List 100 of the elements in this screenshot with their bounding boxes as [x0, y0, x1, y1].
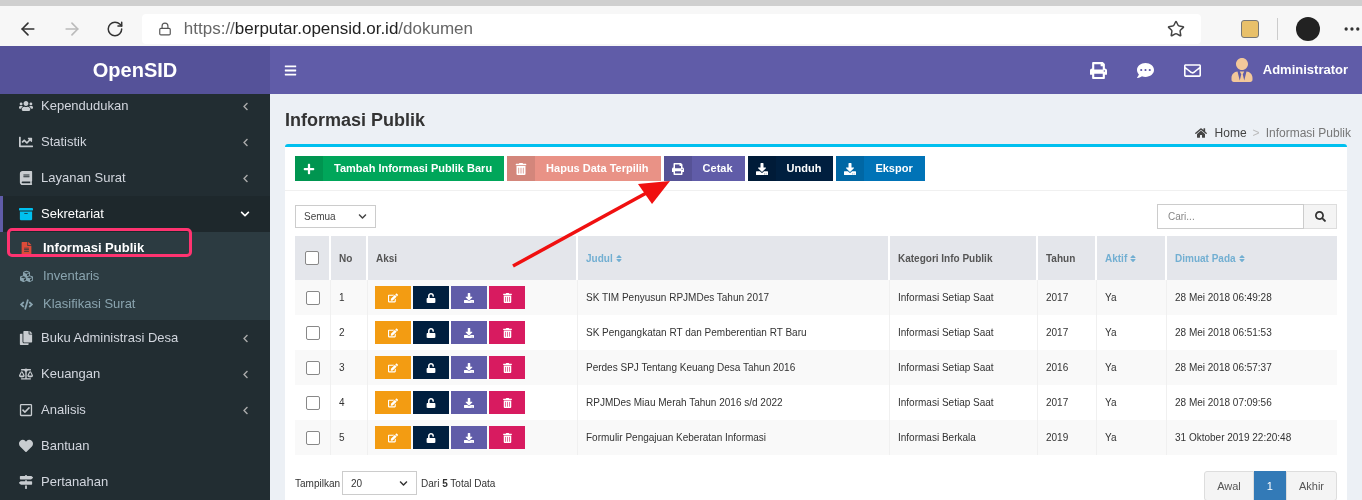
edit-icon [388, 292, 398, 303]
download-button[interactable] [451, 426, 487, 449]
download-icon [844, 162, 857, 175]
profile-avatar[interactable] [1296, 17, 1321, 41]
sort-icon [1129, 253, 1138, 263]
sidebar-item[interactable]: Bantuan [0, 428, 270, 464]
address-bar[interactable]: https://berputar.opensid.or.id/dokumen [141, 14, 1202, 44]
download-button[interactable] [451, 286, 487, 309]
delete-button[interactable] [489, 391, 525, 414]
checkbox[interactable] [305, 430, 320, 445]
delete-button[interactable] [489, 356, 525, 379]
trash-icon [502, 432, 512, 443]
breadcrumb-link[interactable]: Home [1214, 124, 1247, 142]
table-cell-text: RPJMDes Miau Merah Tahun 2016 s/d 2022 [586, 396, 783, 410]
table-cell-text: Ya [1105, 431, 1117, 445]
lock-button[interactable] [413, 426, 449, 449]
submenu-item[interactable]: Inventaris [0, 262, 270, 290]
show-label: Tampilkan [295, 476, 341, 491]
sidebar-item[interactable]: Buku Administrasi Desa [0, 320, 270, 356]
sidebar-item[interactable]: Pertanahan [0, 464, 270, 500]
chart-icon [19, 135, 33, 149]
download-icon [464, 397, 474, 408]
unlock-icon [426, 292, 436, 303]
lock-button[interactable] [413, 286, 449, 309]
toolbar-button[interactable]: Unduh [747, 156, 834, 181]
lock-button[interactable] [413, 321, 449, 344]
reload-icon[interactable] [105, 20, 124, 38]
sort-icon [1237, 253, 1246, 263]
sidebar-item[interactable]: Kependudukan [0, 94, 270, 124]
menu-icon[interactable] [284, 63, 297, 77]
documents-icon [19, 331, 33, 345]
user-name[interactable]: Administrator [1262, 60, 1348, 80]
download-icon [464, 327, 474, 338]
edit-icon [388, 432, 398, 443]
extension-icon[interactable] [1241, 20, 1260, 38]
table-cell-text: SK TIM Penyusun RPJMDes Tahun 2017 [586, 291, 770, 305]
table-cell-text: 28 Mei 2018 06:57:37 [1175, 361, 1272, 375]
search-field[interactable]: Cari... [1157, 204, 1304, 229]
favorite-icon[interactable] [1167, 20, 1186, 38]
chat-icon[interactable] [1136, 61, 1154, 79]
printer-icon[interactable] [1089, 61, 1107, 79]
brand-logo[interactable]: OpenSID [92, 55, 178, 85]
printer-icon [671, 162, 684, 175]
page-title: Informasi Publik [285, 109, 426, 132]
search-icon [1314, 211, 1326, 222]
archive-icon [19, 207, 33, 221]
download-icon [464, 292, 474, 303]
unlock-icon [426, 432, 436, 443]
sidebar-item[interactable]: Statistik [0, 124, 270, 160]
toolbar-button[interactable]: Ekspor [836, 156, 925, 181]
pagination-button[interactable]: Awal [1204, 471, 1254, 500]
table-cell-text: 2017 [1046, 326, 1069, 340]
download-button[interactable] [451, 356, 487, 379]
checkbox[interactable] [305, 395, 320, 410]
lock-button[interactable] [413, 391, 449, 414]
checkbox[interactable] [305, 325, 320, 340]
cubes-icon [20, 269, 33, 283]
search-button[interactable] [1304, 204, 1337, 229]
user-avatar[interactable] [1230, 58, 1253, 82]
unlock-icon [426, 327, 436, 338]
table-cell-text: 4 [339, 396, 345, 410]
table-cell-text: 2017 [1046, 291, 1069, 305]
pagination-button[interactable]: Akhir [1285, 471, 1337, 500]
sidebar-item[interactable]: Sekretariat [0, 196, 270, 232]
sidebar-item[interactable]: Keuangan [0, 356, 270, 392]
table-cell-text: Informasi Setiap Saat [898, 291, 994, 305]
table-cell-text: 1 [339, 291, 345, 305]
trash-icon [502, 327, 512, 338]
column-header: Aksi [376, 251, 398, 266]
checkbox[interactable] [305, 251, 319, 265]
pagination-button[interactable]: 1 [1253, 471, 1286, 500]
toolbar-button[interactable]: Cetak [663, 156, 745, 181]
delete-button[interactable] [489, 286, 525, 309]
delete-button[interactable] [489, 426, 525, 449]
table-cell-text: Ya [1105, 291, 1117, 305]
table-cell-text: 31 Oktober 2019 22:20:48 [1175, 431, 1292, 445]
sidebar-item[interactable]: Layanan Surat [0, 160, 270, 196]
mail-icon[interactable] [1183, 61, 1201, 79]
category-select[interactable]: Semua [295, 205, 376, 228]
breadcrumb-separator: > [1252, 125, 1260, 142]
submenu-item[interactable]: Klasifikasi Surat [0, 290, 270, 318]
scale-icon [19, 367, 33, 381]
table-cell-text: Informasi Setiap Saat [898, 396, 994, 410]
column-header: No [339, 251, 353, 266]
table-cell-text: Informasi Berkala [898, 431, 976, 445]
lock-icon [157, 22, 172, 36]
table-cell-text: 2019 [1046, 431, 1069, 445]
table-cell-text: 28 Mei 2018 06:51:53 [1175, 326, 1272, 340]
download-button[interactable] [451, 321, 487, 344]
checkbox[interactable] [305, 290, 320, 305]
table-cell-text: Ya [1105, 326, 1117, 340]
submenu-item[interactable]: Informasi Publik [0, 234, 270, 262]
sidebar-item[interactable]: Analisis [0, 392, 270, 428]
download-button[interactable] [451, 391, 487, 414]
checkbox[interactable] [305, 360, 320, 375]
delete-button[interactable] [489, 321, 525, 344]
lock-button[interactable] [413, 356, 449, 379]
table-cell-text: Ya [1105, 396, 1117, 410]
breadcrumb-current: Informasi Publik [1265, 125, 1351, 142]
page-size-select[interactable]: 20 [342, 471, 418, 495]
